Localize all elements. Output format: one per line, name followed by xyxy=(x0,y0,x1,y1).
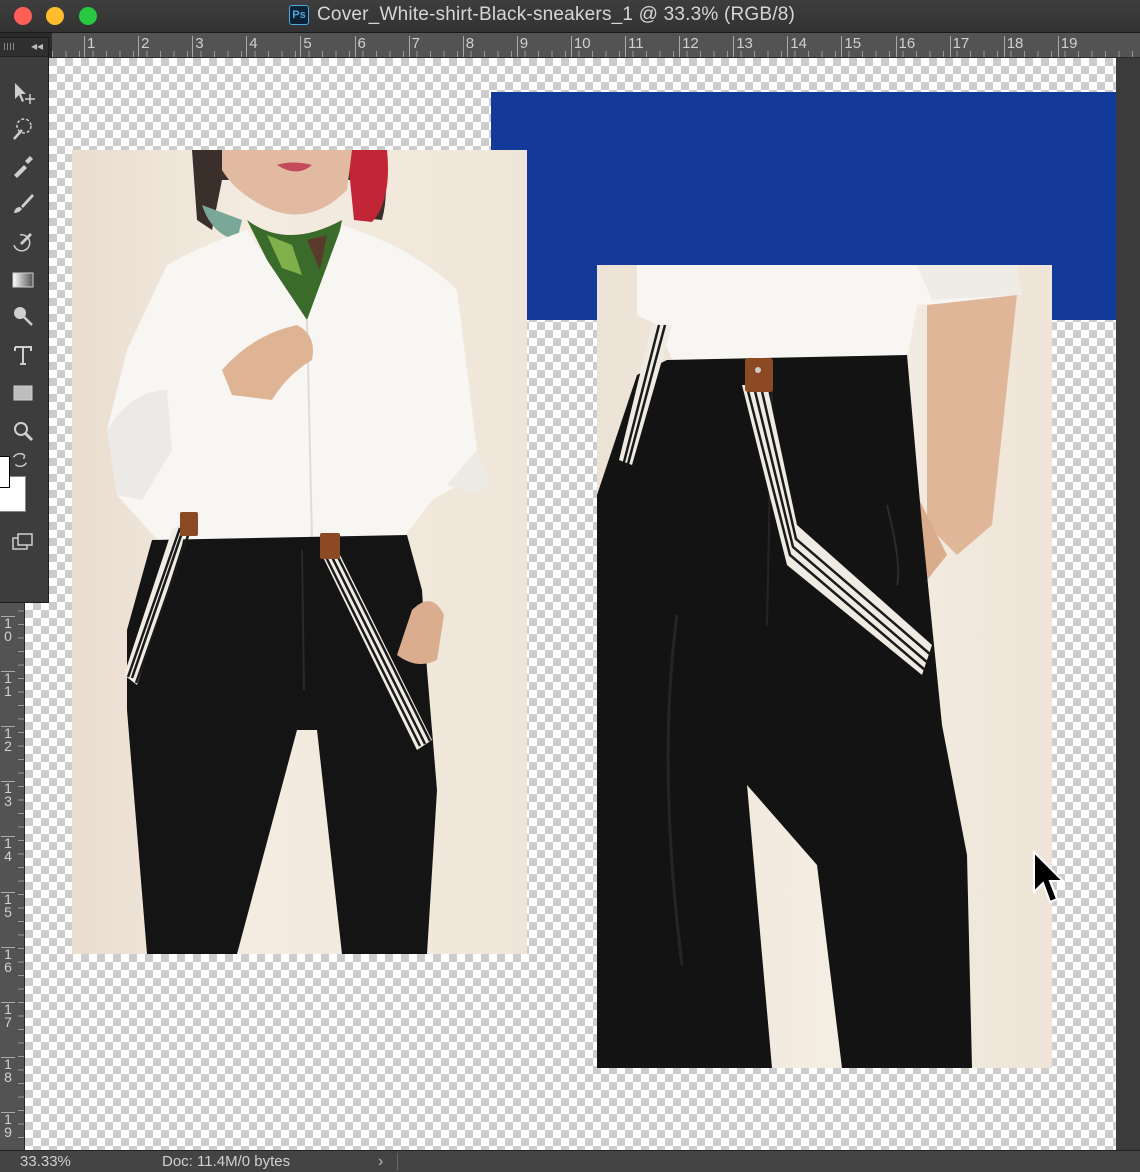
photo-layer-closeup[interactable] xyxy=(597,265,1052,1068)
ruler-top-label: 8 xyxy=(462,36,474,57)
window-title: Cover_White-shirt-Black-sneakers_1 @ 33.… xyxy=(317,4,796,25)
photo-layer-full-outfit[interactable] xyxy=(72,150,527,954)
mouse-pointer-icon xyxy=(1033,850,1066,904)
status-menu-arrow-icon[interactable]: › xyxy=(378,1151,383,1172)
outfit-photo-image xyxy=(107,150,492,954)
screen-mode-icon[interactable] xyxy=(8,528,38,558)
document-size-info[interactable]: Doc: 11.4M/0 bytes xyxy=(162,1151,290,1172)
zoom-tool-icon[interactable] xyxy=(8,416,38,446)
photoshop-file-icon: Ps xyxy=(289,5,309,25)
type-tool-icon[interactable] xyxy=(8,340,38,370)
gradient-tool-icon[interactable] xyxy=(8,265,38,295)
ruler-top-label: 11 xyxy=(625,36,644,57)
ruler-top-label: 1 xyxy=(84,36,95,57)
minimize-window-button[interactable] xyxy=(46,7,64,25)
window-titlebar: Ps Cover_White-shirt-Black-sneakers_1 @ … xyxy=(0,0,1140,33)
move-tool-icon[interactable] xyxy=(8,78,38,108)
ruler-top-label: 13 xyxy=(733,36,753,57)
ruler-top-label: 2 xyxy=(138,36,149,57)
status-divider xyxy=(397,1153,398,1170)
ruler-top-label: 9 xyxy=(516,36,528,57)
ruler-left-label: 1 8 xyxy=(1,1056,15,1084)
quick-selection-tool-icon[interactable] xyxy=(8,114,38,144)
status-bar: 33.33% Doc: 11.4M/0 bytes › xyxy=(0,1150,1140,1172)
horizontal-ruler[interactable]: 1 2 3 4 5 6 7 8 9 10 11 12 13 14 15 16 17 18 19 xyxy=(52,33,1140,58)
foreground-color-swatch[interactable] xyxy=(0,456,10,488)
canvas-scroll-gutter[interactable] xyxy=(1116,58,1140,1150)
ruler-top-label: 6 xyxy=(354,36,366,57)
eyedropper-tool-icon[interactable] xyxy=(8,151,38,181)
ruler-top-label: 10 xyxy=(570,36,591,57)
ruler-left-label: 1 9 xyxy=(1,1111,15,1139)
ruler-left-label: 1 5 xyxy=(1,891,15,919)
ruler-left-label: 1 0 xyxy=(1,616,15,643)
ruler-top-label: 19 xyxy=(1057,36,1077,57)
tools-panel-header[interactable]: ◂◂ xyxy=(0,38,48,57)
ruler-left-label: 1 6 xyxy=(1,946,15,974)
dodge-tool-icon[interactable] xyxy=(8,301,38,331)
ruler-top-label: 5 xyxy=(300,36,312,57)
panel-grip-icon xyxy=(4,43,14,50)
ruler-top-label: 17 xyxy=(949,36,969,57)
history-brush-tool-icon[interactable] xyxy=(8,227,38,257)
tools-panel: ◂◂ xyxy=(0,37,49,603)
ruler-top-label: 14 xyxy=(787,36,807,57)
closeup-photo-image xyxy=(597,265,1022,1068)
ruler-top-label: 18 xyxy=(1003,36,1023,57)
ruler-left-label: 1 1 xyxy=(1,671,15,698)
close-window-button[interactable] xyxy=(14,7,32,25)
zoom-level-field[interactable]: 33.33% xyxy=(0,1151,96,1172)
ruler-top-label: 12 xyxy=(679,36,699,57)
ruler-left-label: 1 2 xyxy=(1,726,15,753)
ruler-top-label: 16 xyxy=(895,36,915,57)
ruler-left-label: 1 4 xyxy=(1,836,15,863)
window-title-group: Ps Cover_White-shirt-Black-sneakers_1 @ … xyxy=(289,4,795,26)
ruler-top-label: 4 xyxy=(246,36,258,57)
ruler-top-label: 7 xyxy=(408,36,420,57)
ruler-top-label: 15 xyxy=(841,36,861,57)
rectangle-tool-icon[interactable] xyxy=(8,378,38,408)
ruler-top-label: 3 xyxy=(192,36,204,57)
ruler-left-label: 1 3 xyxy=(1,781,15,808)
maximize-window-button[interactable] xyxy=(79,7,97,25)
ruler-left-label: 1 7 xyxy=(1,1001,15,1029)
brush-tool-icon[interactable] xyxy=(8,189,38,219)
swap-colors-icon[interactable] xyxy=(8,448,32,472)
collapse-panel-icon[interactable]: ◂◂ xyxy=(31,39,43,53)
